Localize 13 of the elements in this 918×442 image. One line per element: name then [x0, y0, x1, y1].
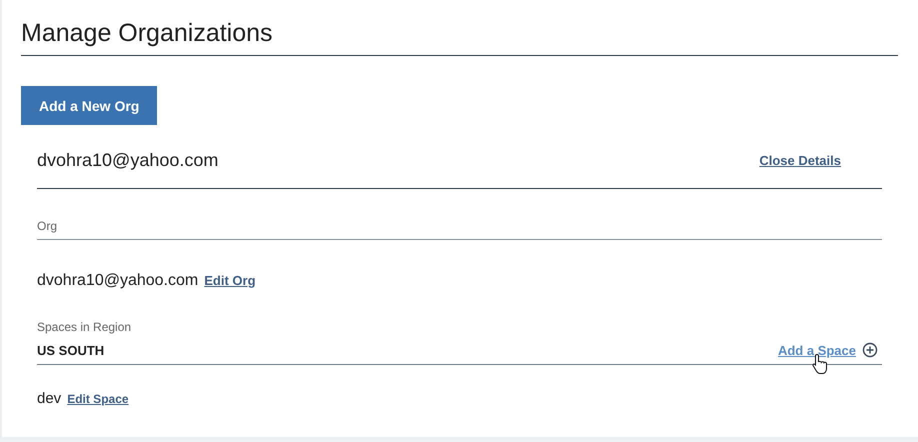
space-name: dev	[37, 390, 62, 407]
org-title: dvohra10@yahoo.com	[37, 150, 218, 171]
region-name: US SOUTH	[37, 342, 104, 358]
org-name: dvohra10@yahoo.com	[37, 272, 198, 290]
close-details-link[interactable]: Close Details	[759, 153, 841, 168]
add-space-link[interactable]: Add a Space	[778, 342, 856, 358]
add-org-button[interactable]: Add a New Org	[21, 86, 158, 125]
org-label: Org	[37, 219, 882, 240]
spaces-label: Spaces in Region	[37, 320, 132, 334]
edit-org-link[interactable]: Edit Org	[204, 273, 256, 288]
plus-circle-icon[interactable]	[862, 342, 878, 358]
page-title: Manage Organizations	[21, 16, 898, 56]
edit-space-link[interactable]: Edit Space	[67, 392, 129, 406]
